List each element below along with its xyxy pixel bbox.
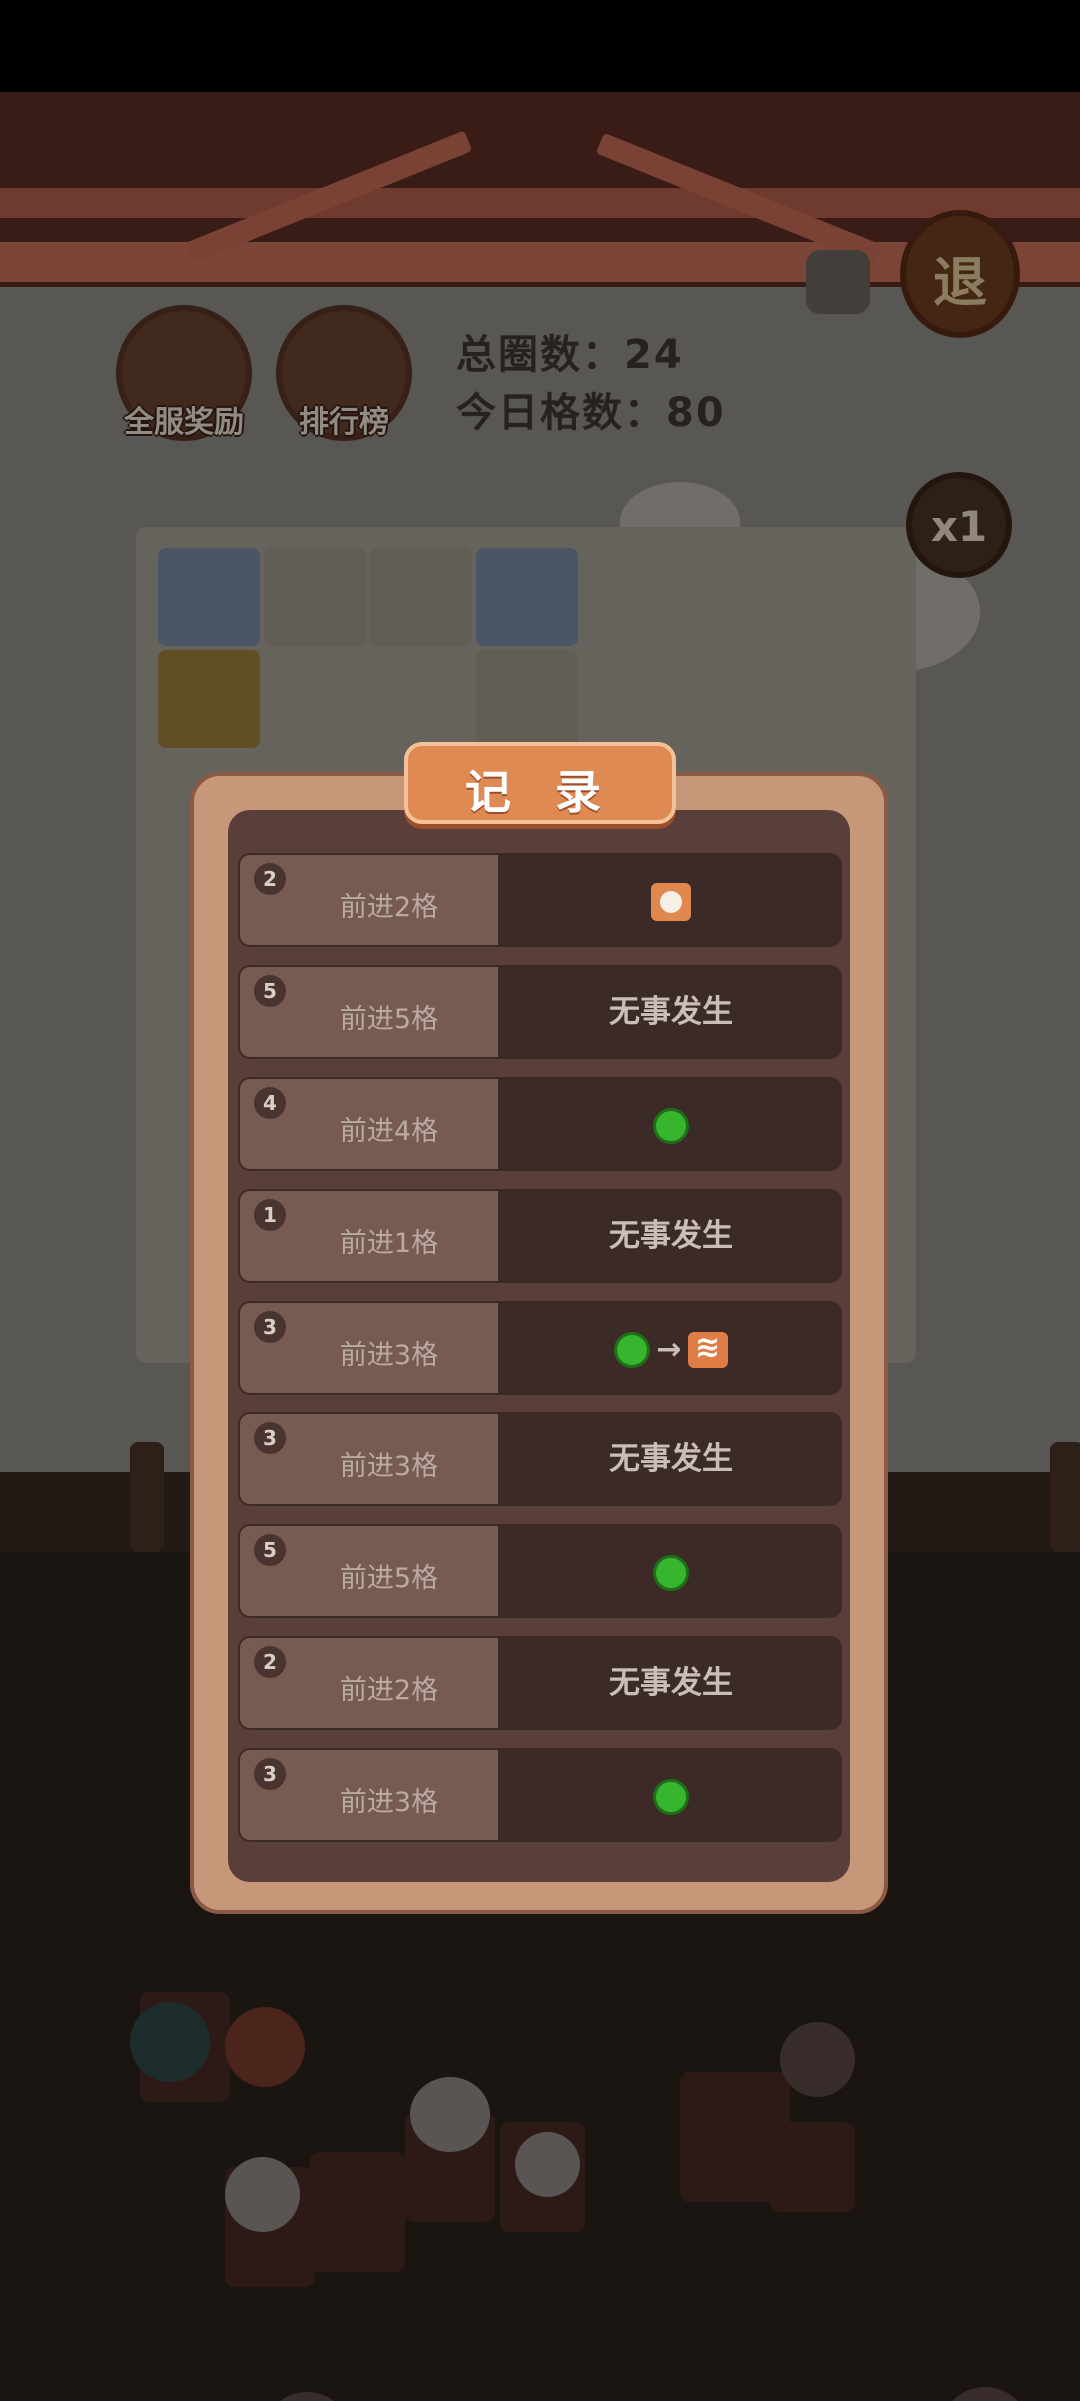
record-row: 3 前进3格 — [238, 1748, 842, 1842]
record-row: 2 前进2格 — [238, 853, 842, 947]
record-result-cell: 无事发生 — [500, 1412, 842, 1506]
record-result-text: 无事发生 — [609, 994, 733, 1030]
record-result-text: 无事发生 — [609, 1441, 733, 1477]
green-bean-icon — [653, 1778, 689, 1815]
record-move-cell: 3 前进3格 — [240, 1750, 498, 1840]
record-move-cell: 2 前进2格 — [240, 1638, 498, 1728]
record-row: 4 前进4格 — [238, 1077, 842, 1171]
green-bean-icon — [614, 1331, 651, 1368]
record-move-label: 前进5格 — [339, 1004, 439, 1035]
record-move-cell: 4 前进4格 — [240, 1079, 498, 1169]
record-move-label: 前进3格 — [339, 1787, 439, 1818]
record-move-cell: 2 前进2格 — [240, 855, 498, 945]
wave-tile-icon — [687, 1330, 728, 1368]
record-result-cell — [500, 1748, 842, 1842]
record-move-cell: 5 前进5格 — [240, 1526, 498, 1616]
arrow-icon: → — [656, 1331, 682, 1367]
record-row: 3 前进3格 → — [238, 1301, 842, 1395]
record-result-text: 无事发生 — [609, 1218, 733, 1254]
record-result-cell: 无事发生 — [500, 1189, 842, 1283]
record-result-cell: → — [500, 1301, 842, 1395]
record-result-cell — [500, 1077, 842, 1171]
record-result-cell: 无事发生 — [500, 1636, 842, 1730]
record-move-cell: 1 前进1格 — [240, 1191, 498, 1281]
record-move-label: 前进3格 — [339, 1451, 439, 1482]
record-move-label: 前进5格 — [339, 1563, 439, 1594]
green-bean-icon — [653, 1107, 689, 1144]
green-bean-icon — [653, 1554, 689, 1591]
bun-icon — [651, 882, 691, 921]
record-move-cell: 3 前进3格 — [240, 1414, 498, 1504]
record-result-cell: 无事发生 — [500, 965, 842, 1059]
record-row: 1 前进1格 无事发生 — [238, 1189, 842, 1283]
record-result-cell — [500, 853, 842, 947]
record-move-label: 前进2格 — [339, 892, 439, 923]
record-row: 5 前进5格 无事发生 — [238, 965, 842, 1059]
record-move-label: 前进2格 — [339, 1675, 439, 1706]
dialog-title-plate: 记 录 — [404, 742, 676, 824]
dialog-title: 记 录 — [464, 765, 615, 819]
record-move-label: 前进4格 — [339, 1116, 439, 1147]
record-row: 5 前进5格 — [238, 1524, 842, 1618]
record-result-cell — [500, 1524, 842, 1618]
record-move-cell: 3 前进3格 — [240, 1303, 498, 1393]
record-row: 3 前进3格 无事发生 — [238, 1412, 842, 1506]
record-result-text: 无事发生 — [609, 1665, 733, 1701]
record-move-label: 前进3格 — [339, 1340, 439, 1371]
record-row: 2 前进2格 无事发生 — [238, 1636, 842, 1730]
status-bar — [0, 0, 1080, 92]
record-move-cell: 5 前进5格 — [240, 967, 498, 1057]
record-move-label: 前进1格 — [339, 1228, 439, 1259]
